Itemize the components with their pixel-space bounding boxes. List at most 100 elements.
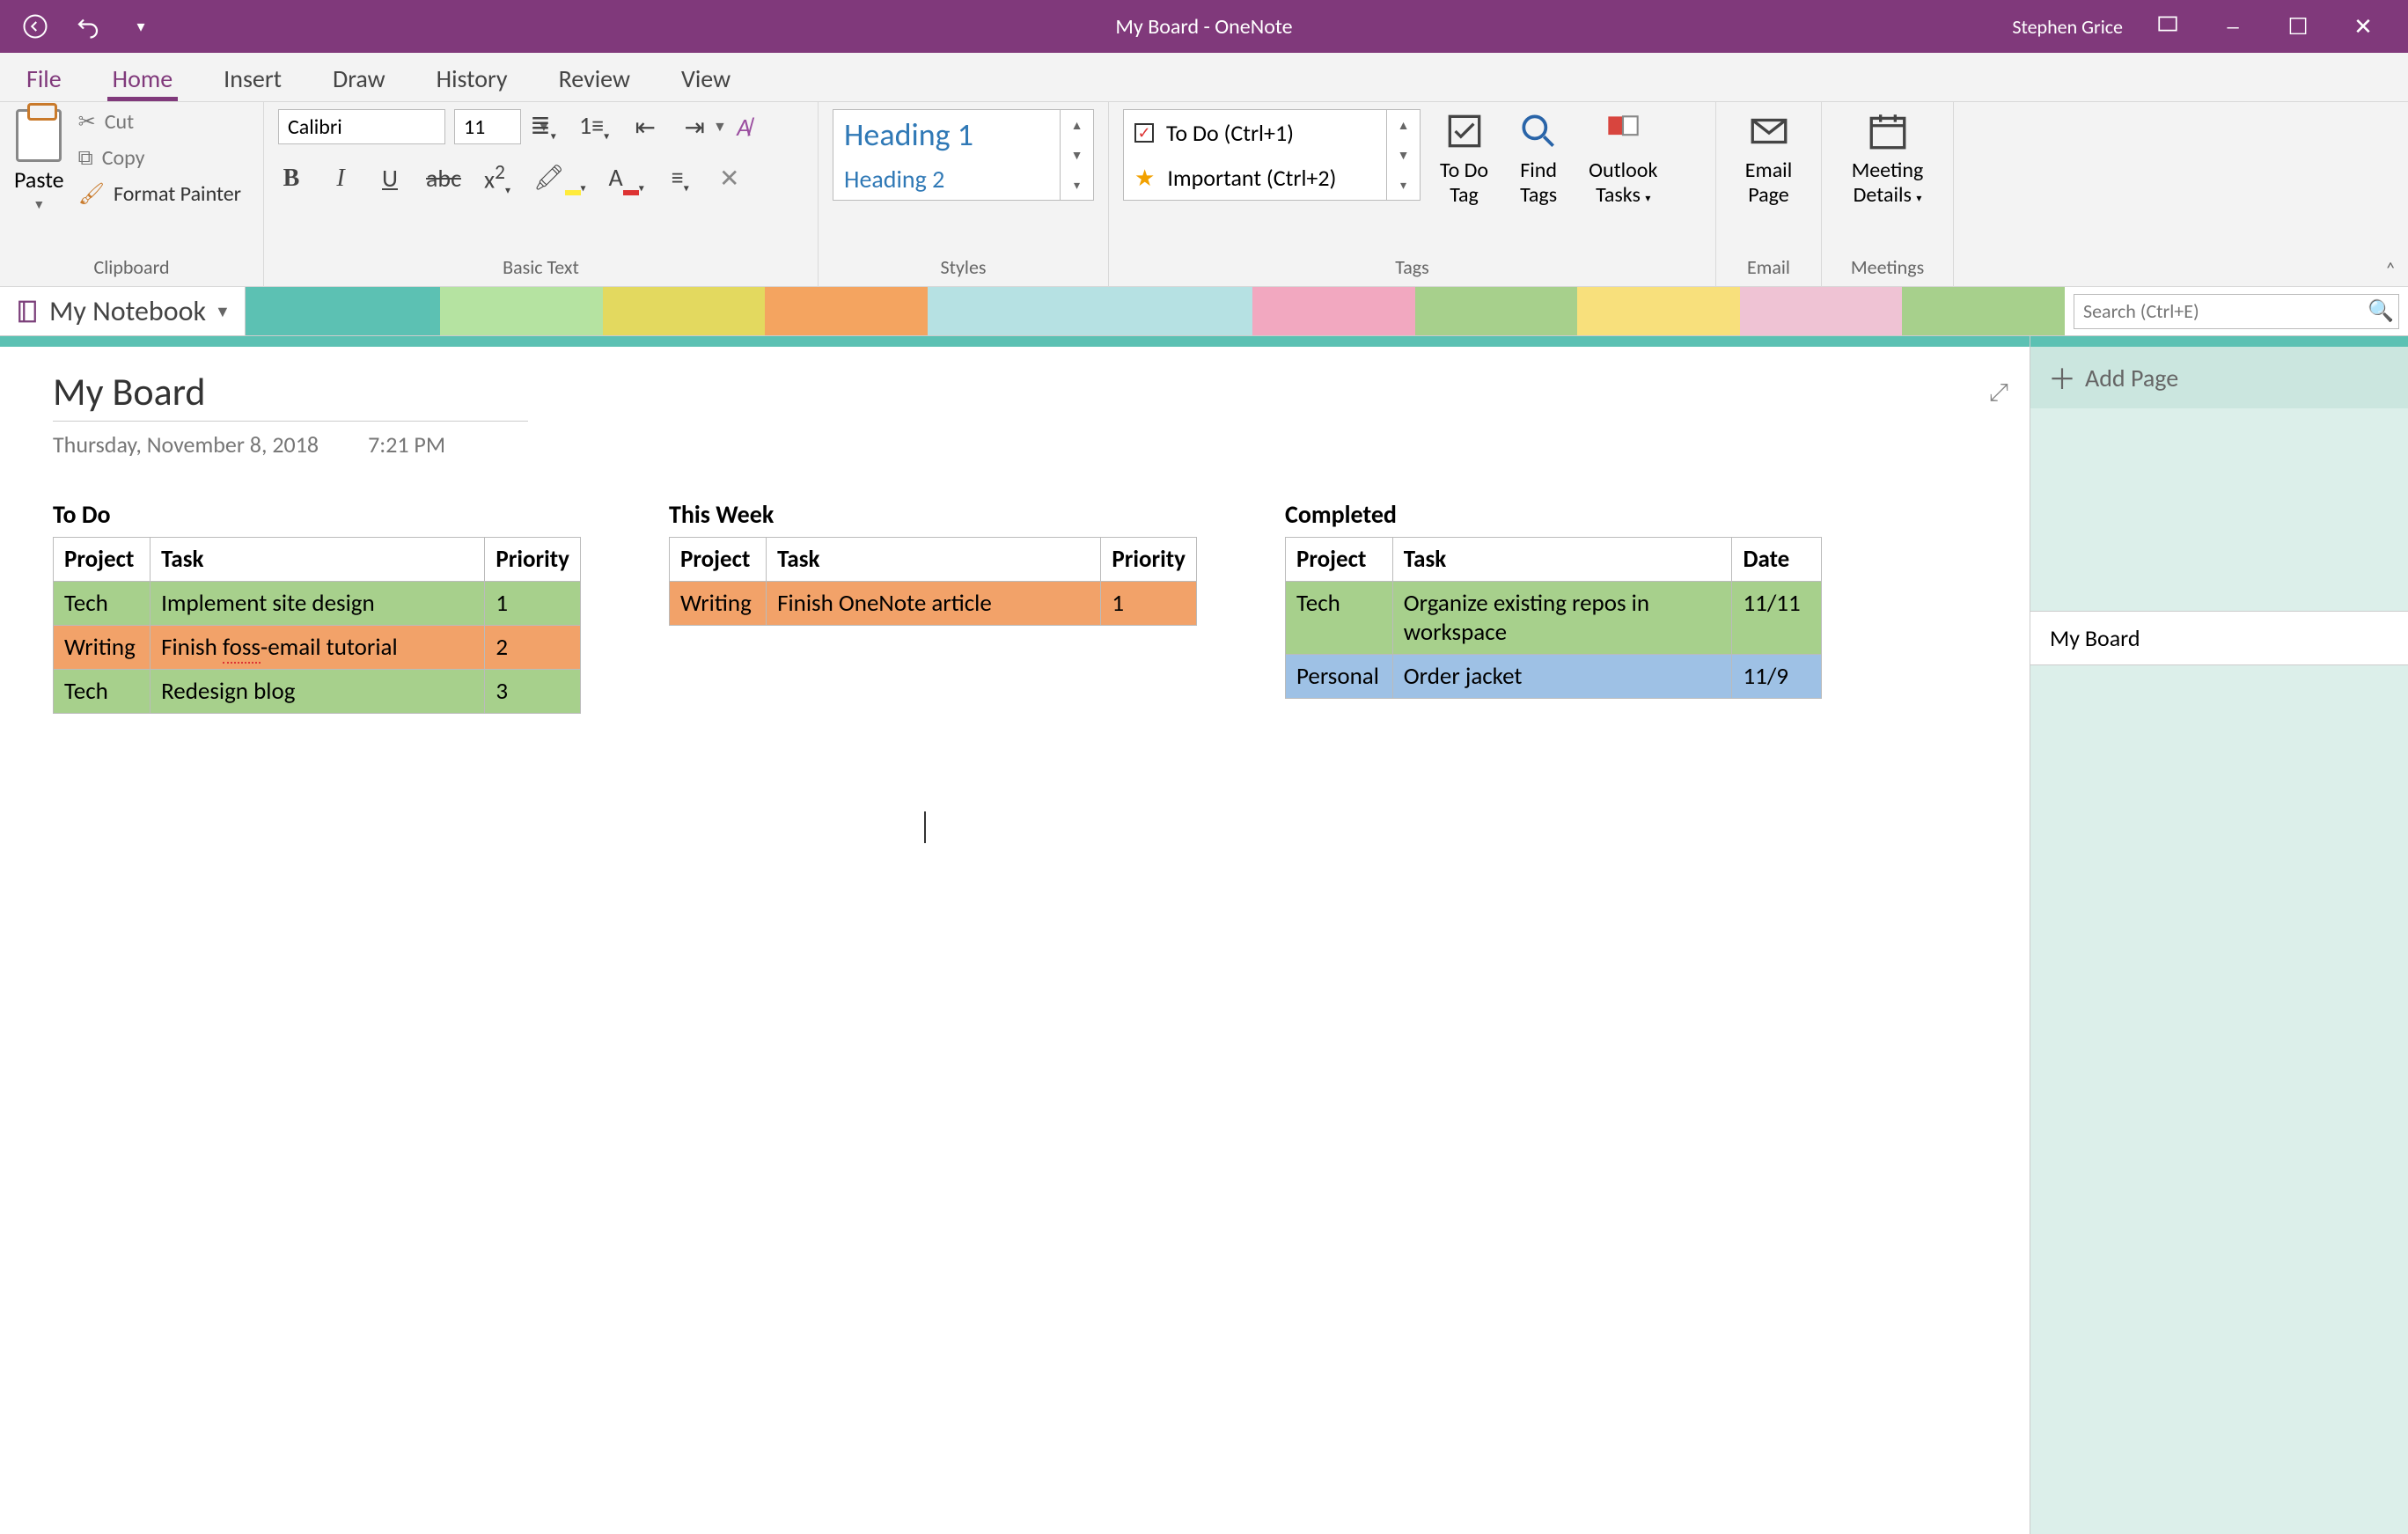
table-cell[interactable]: 11/9 [1732,655,1822,699]
tab-draw[interactable]: Draw [327,55,391,101]
tab-view[interactable]: View [676,55,736,101]
notebook-picker[interactable]: My Notebook ▼ [0,287,246,335]
style-heading1[interactable]: Heading 1 [844,115,1060,154]
page-list-item[interactable]: My Board [2030,611,2408,665]
bullets-button[interactable]: ≣▾ [530,110,556,143]
table-row[interactable]: TechOrganize existing repos in workspace… [1286,582,1822,655]
table-cell[interactable]: Order jacket [1392,655,1732,699]
section-tab[interactable] [1577,287,1740,335]
cut-button[interactable]: ✂Cut [78,109,241,135]
align-button[interactable]: ≡▾ [667,162,694,195]
page-title[interactable]: My Board [53,368,528,421]
back-button[interactable] [18,9,53,44]
table-cell[interactable]: Writing [670,582,767,626]
tab-file[interactable]: File [21,55,67,101]
table-cell[interactable]: Finish foss-email tutorial [150,626,485,670]
tag-important[interactable]: ★Important (Ctrl+2) [1134,164,1386,192]
table-cell[interactable]: Personal [1286,655,1393,699]
tag-todo[interactable]: ✓To Do (Ctrl+1) [1134,119,1386,147]
col-header[interactable]: Date [1732,538,1822,582]
copy-button[interactable]: ⧉Copy [78,145,241,171]
table-row[interactable]: TechImplement site design1 [54,582,581,626]
table-cell[interactable]: 1 [1101,582,1197,626]
strike-button[interactable]: abc [426,163,461,194]
search-box[interactable]: 🔍 [2074,294,2399,329]
section-tab[interactable] [603,287,766,335]
todo-tag-button[interactable]: To Do Tag [1431,109,1497,207]
col-header[interactable]: Project [1286,538,1393,582]
meeting-details-button[interactable]: Meeting Details ▾ [1836,109,1939,207]
highlight-button[interactable]: 🖍▾ [533,162,586,195]
superscript-button[interactable]: x2▾ [484,160,510,197]
col-header[interactable]: Priority [485,538,581,582]
email-page-button[interactable]: Email Page [1730,109,1807,207]
delete-button[interactable]: ✕ [716,163,743,194]
outdent-button[interactable]: ⇤ [632,112,658,143]
clear-format-button[interactable]: A̸ [730,112,757,143]
section-tab[interactable] [1252,287,1415,335]
ribbon-display-button[interactable] [2147,12,2188,41]
section-tab[interactable] [1090,287,1253,335]
section-tab[interactable] [1902,287,2065,335]
outlook-tasks-button[interactable]: Outlook Tasks ▾ [1580,109,1666,207]
table-cell[interactable]: Tech [54,670,150,714]
maximize-button[interactable]: ☐ [2278,12,2318,40]
qat-customize[interactable]: ▾ [123,9,158,44]
section-tab[interactable] [440,287,603,335]
table-todo[interactable]: ProjectTaskPriorityTechImplement site de… [53,537,581,714]
search-input[interactable] [2074,299,2363,323]
minimize-button[interactable]: ─ [2213,12,2253,40]
font-color-button[interactable]: A▾ [609,162,644,195]
table-cell[interactable]: Implement site design [150,582,485,626]
indent-button[interactable]: ⇥ [681,112,708,143]
col-header[interactable]: Project [670,538,767,582]
section-tab[interactable] [1415,287,1578,335]
tags-scroll[interactable]: ▲▼▾ [1387,109,1421,201]
col-header[interactable]: Task [767,538,1101,582]
bold-button[interactable]: B [278,165,305,193]
table-row[interactable]: WritingFinish OneNote article1 [670,582,1197,626]
numbering-button[interactable]: 1≡▾ [579,110,609,143]
table-cell[interactable]: Writing [54,626,150,670]
section-tab[interactable] [1740,287,1903,335]
italic-button[interactable]: I [327,165,354,193]
section-tabs[interactable] [246,287,2065,335]
tags-gallery[interactable]: ✓To Do (Ctrl+1) ★Important (Ctrl+2) [1123,109,1387,201]
collapse-ribbon-button[interactable]: ˄ [2385,257,2396,281]
account-name[interactable]: Stephen Grice [2012,15,2123,39]
font-family-combo[interactable]: ▼ [278,109,445,144]
table-cell[interactable]: 3 [485,670,581,714]
section-tab[interactable] [246,287,440,335]
style-heading2[interactable]: Heading 2 [844,164,1060,195]
tab-insert[interactable]: Insert [218,55,287,101]
underline-button[interactable]: U [377,163,403,194]
table-cell[interactable]: Organize existing repos in workspace [1392,582,1732,655]
tab-review[interactable]: Review [554,55,635,101]
section-tab[interactable] [765,287,928,335]
col-header[interactable]: Priority [1101,538,1197,582]
search-icon[interactable]: 🔍 [2363,298,2398,324]
paste-button[interactable]: Paste ▼ [14,109,64,212]
section-tab[interactable] [928,287,1090,335]
table-done[interactable]: ProjectTaskDateTechOrganize existing rep… [1285,537,1822,699]
font-size-combo[interactable]: ▼ [454,109,521,144]
format-painter-button[interactable]: 🖌Format Painter [78,181,241,207]
table-week[interactable]: ProjectTaskPriorityWritingFinish OneNote… [669,537,1197,626]
page-canvas[interactable]: ⤢ My Board Thursday, November 8, 2018 7:… [0,336,2030,1534]
add-page-button[interactable]: ＋ Add Page [2030,347,2408,408]
table-cell[interactable]: Tech [54,582,150,626]
find-tags-button[interactable]: Find Tags [1508,109,1569,207]
table-row[interactable]: WritingFinish foss-email tutorial2 [54,626,581,670]
styles-gallery[interactable]: Heading 1 Heading 2 [833,109,1061,201]
tab-history[interactable]: History [431,55,513,101]
col-header[interactable]: Task [150,538,485,582]
table-cell[interactable]: Tech [1286,582,1393,655]
table-cell[interactable]: 11/11 [1732,582,1822,655]
table-cell[interactable]: 1 [485,582,581,626]
styles-scroll[interactable]: ▲▼▾ [1061,109,1094,201]
table-cell[interactable]: Finish OneNote article [767,582,1101,626]
undo-button[interactable] [70,9,106,44]
table-row[interactable]: PersonalOrder jacket11/9 [1286,655,1822,699]
col-header[interactable]: Project [54,538,150,582]
table-cell[interactable]: 2 [485,626,581,670]
